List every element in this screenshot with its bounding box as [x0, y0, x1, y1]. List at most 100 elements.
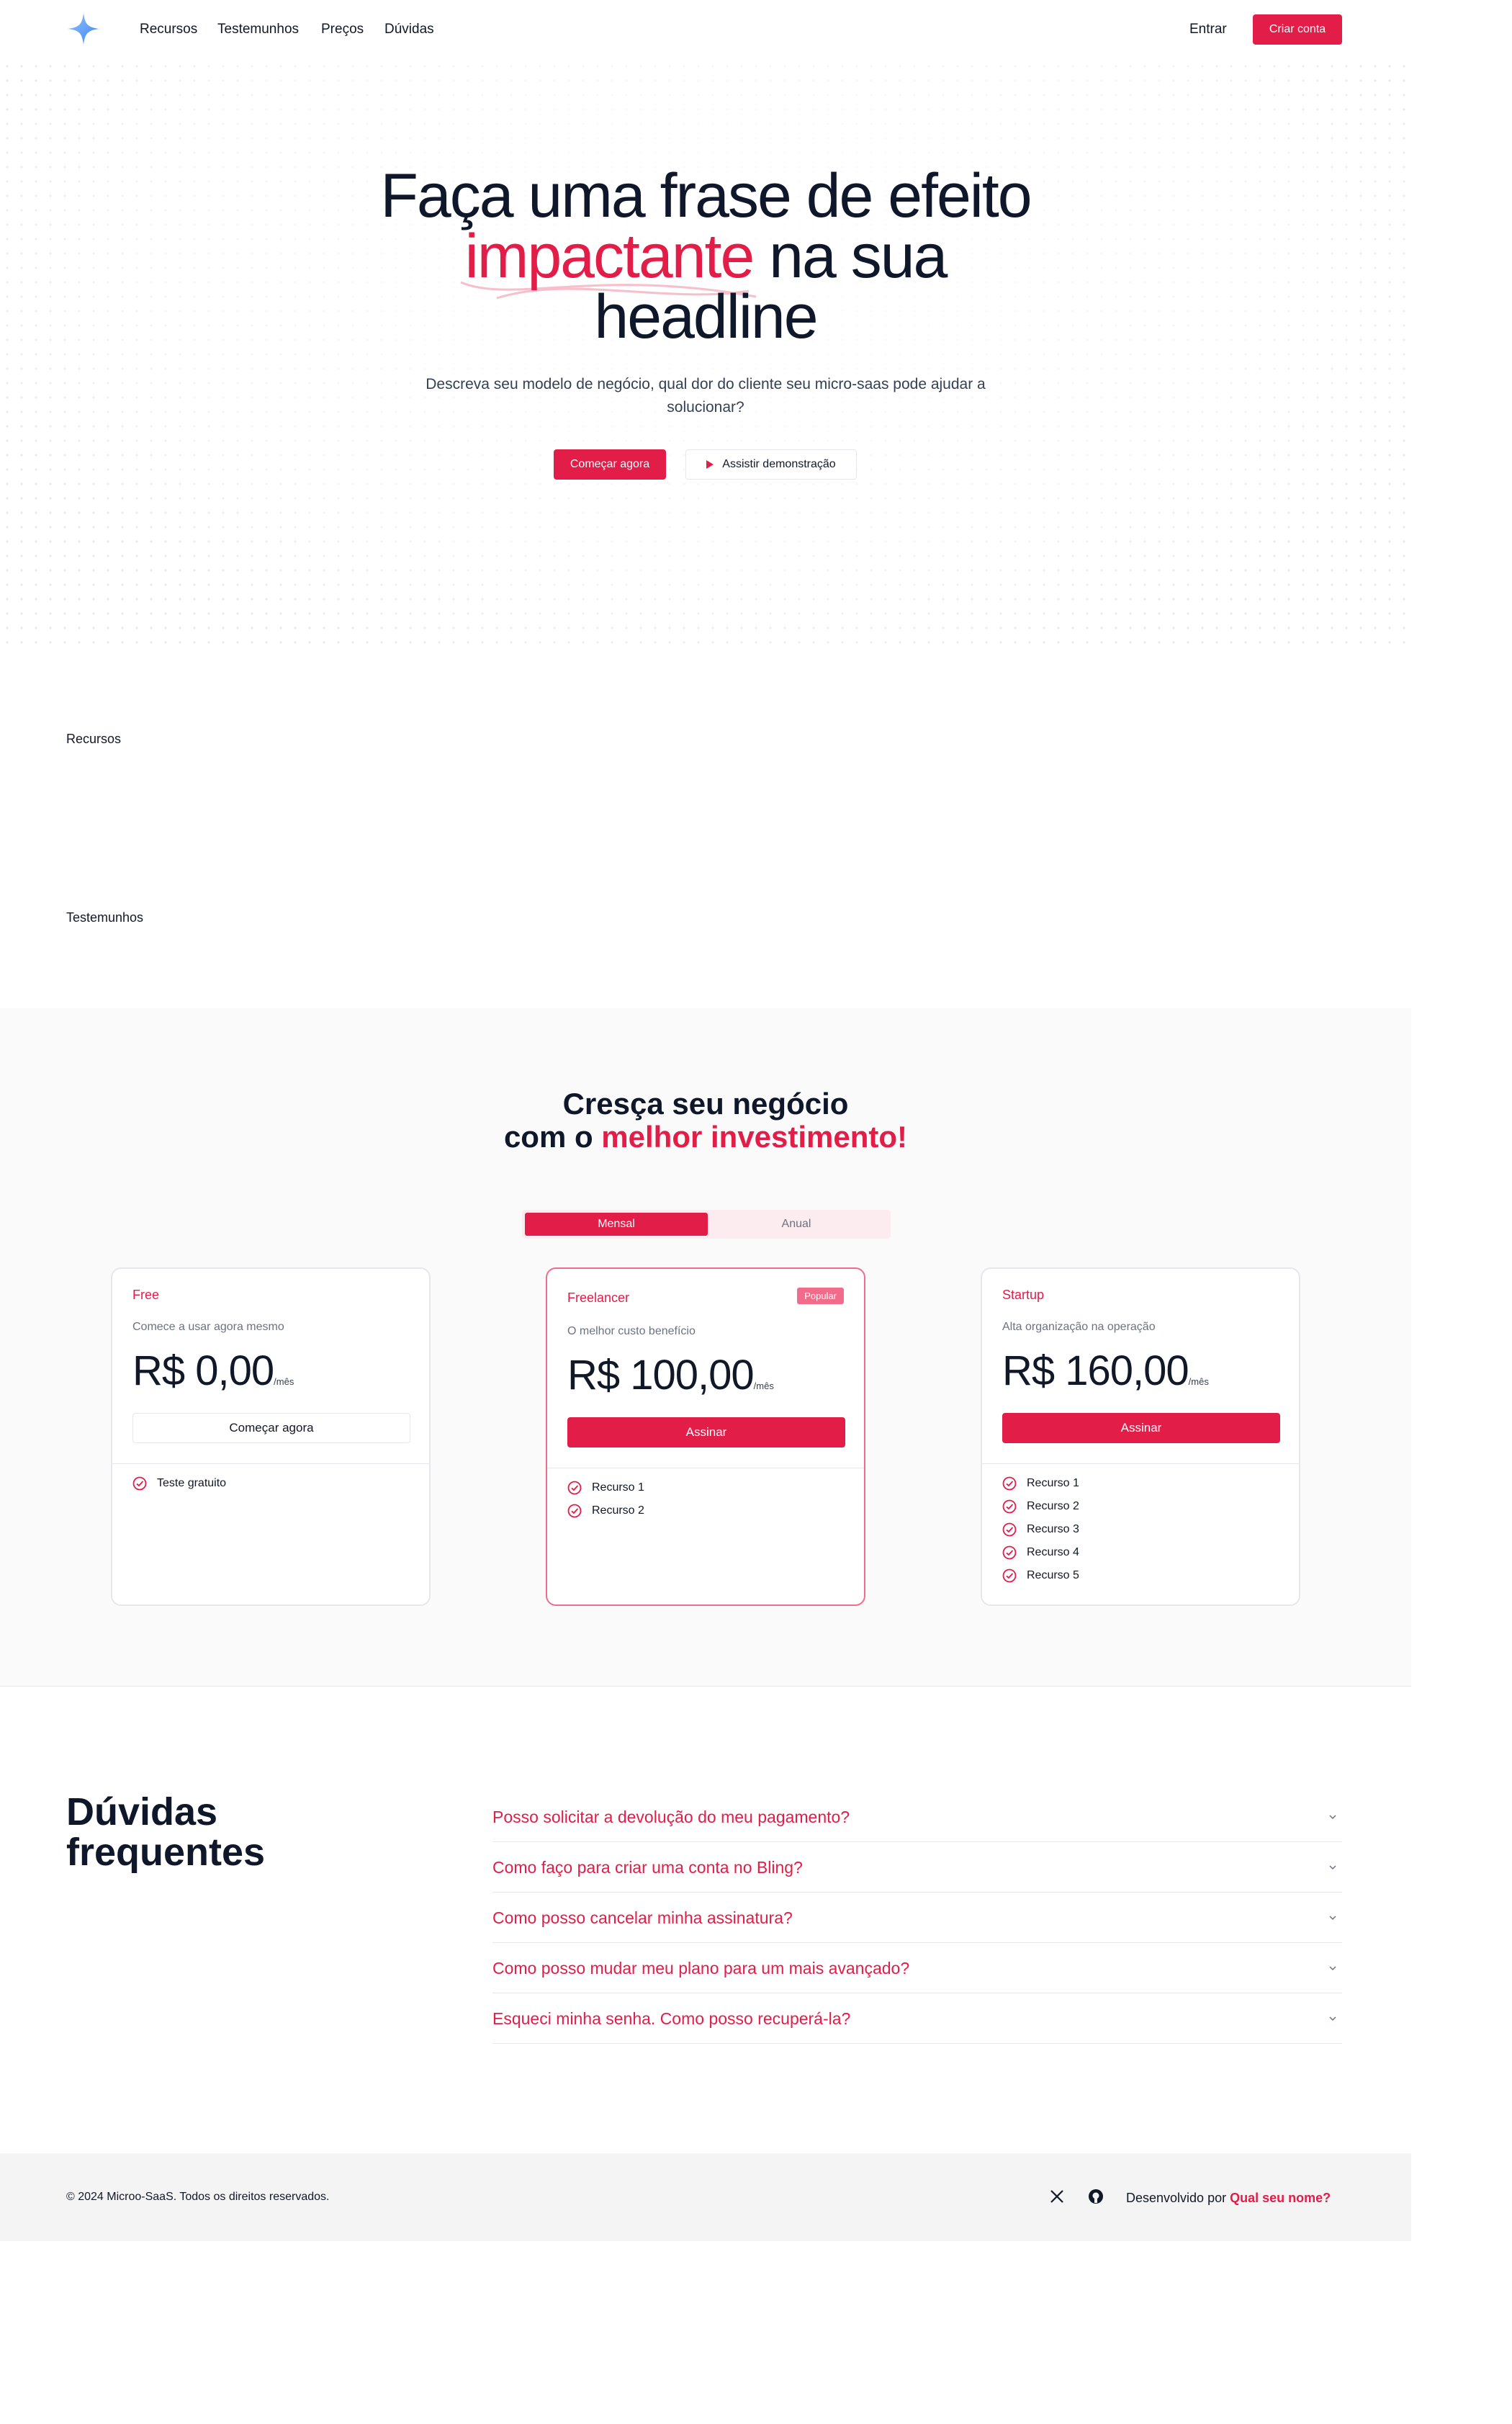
faq-item[interactable]: Posso solicitar a devolução do meu pagam… [492, 1792, 1342, 1842]
play-icon [706, 460, 714, 469]
faq-question: Como posso cancelar minha assinatura? [492, 1908, 793, 1927]
plan-feature-label: Recurso 5 [1027, 1569, 1079, 1581]
pricing-title-line1: Cresça seu negócio [562, 1087, 849, 1121]
sparkle-star-icon[interactable] [66, 12, 101, 46]
plan-feature: Recurso 5 [1002, 1568, 1079, 1583]
check-circle-icon [567, 1504, 582, 1518]
github-icon[interactable] [1087, 2188, 1104, 2205]
faq-item[interactable]: Como posso mudar meu plano para um mais … [492, 1943, 1342, 1993]
plan-subscribe-button[interactable]: Assinar [567, 1417, 845, 1447]
plan-feature: Teste gratuito [132, 1476, 226, 1491]
faq-title-line2: frequentes [66, 1831, 266, 1874]
plan-price-value: R$ 0,00 [132, 1347, 274, 1394]
hero-section: Faça uma frase de efeito impactante na s… [0, 59, 1411, 650]
plan-name: Free [132, 1288, 160, 1302]
plan-feature-label: Recurso 3 [1027, 1523, 1079, 1535]
plan-description: Comece a usar agora mesmo [132, 1321, 284, 1333]
plan-card-startup: Startup Alta organização na operação R$ … [981, 1267, 1300, 1606]
plan-feature-label: Recurso 1 [1027, 1477, 1079, 1489]
hero-headline-line1: Faça uma frase de efeito [380, 161, 1032, 230]
plan-description: O melhor custo benefício [567, 1325, 696, 1337]
plan-feature-label: Teste gratuito [157, 1477, 227, 1489]
plan-feature-label: Recurso 2 [592, 1504, 644, 1517]
faq-question: Esqueci minha senha. Como posso recuperá… [492, 2009, 851, 2028]
hero-headline: Faça uma frase de efeito impactante na s… [310, 165, 1102, 348]
pricing-title-accent: melhor investimento! [601, 1120, 908, 1154]
hero-headline-line2: na sua [753, 222, 948, 291]
chevron-down-icon [1329, 2016, 1336, 2021]
footer-copyright: © 2024 Microo-SaaS. Todos os direitos re… [66, 2191, 330, 2203]
footer: © 2024 Microo-SaaS. Todos os direitos re… [0, 2153, 1411, 2241]
toggle-yearly[interactable]: Anual [705, 1213, 888, 1236]
toggle-monthly[interactable]: Mensal [525, 1213, 708, 1236]
signup-button[interactable]: Criar conta [1253, 14, 1342, 45]
plan-feature: Recurso 2 [567, 1504, 644, 1518]
check-circle-icon [132, 1476, 147, 1491]
card-divider [112, 1463, 429, 1464]
faq-question: Como faço para criar uma conta no Bling? [492, 1858, 803, 1877]
popular-badge: Popular [797, 1288, 844, 1304]
faq-item[interactable]: Esqueci minha senha. Como posso recuperá… [492, 1993, 1342, 2044]
plan-name: Freelancer [567, 1290, 630, 1305]
nav-link-duvidas[interactable]: Dúvidas [384, 22, 434, 37]
faq-item[interactable]: Como posso cancelar minha assinatura? [492, 1893, 1342, 1943]
hero-background-fade [0, 59, 1411, 650]
chevron-down-icon [1329, 1815, 1336, 1820]
check-circle-icon [1002, 1545, 1017, 1560]
footer-developed-by: Desenvolvido por Qual seu nome? [1126, 2191, 1331, 2206]
watch-demo-label: Assistir demonstração [722, 458, 836, 470]
chevron-down-icon [1329, 1916, 1336, 1921]
chevron-down-icon [1329, 1966, 1336, 1971]
pricing-title: Cresça seu negócio com o melhor investim… [346, 1087, 1066, 1154]
check-circle-icon [1002, 1568, 1017, 1583]
plan-period: /mês [274, 1376, 294, 1387]
start-now-button[interactable]: Começar agora [554, 449, 666, 480]
developer-link[interactable]: Qual seu nome? [1230, 2191, 1331, 2205]
plan-subscribe-button[interactable]: Assinar [1002, 1413, 1280, 1443]
nav-link-recursos[interactable]: Recursos [140, 22, 197, 37]
hero-headline-accent: impactante [464, 222, 755, 291]
faq-question: Posso solicitar a devolução do meu pagam… [492, 1808, 850, 1826]
faq-item[interactable]: Como faço para criar uma conta no Bling? [492, 1842, 1342, 1893]
features-section-label: Recursos [66, 732, 122, 746]
plan-name: Startup [1002, 1288, 1045, 1302]
login-link[interactable]: Entrar [1189, 22, 1227, 37]
hero-subtitle: Descreva seu modelo de negócio, qual dor… [426, 376, 986, 416]
faq-title: Dúvidas frequentes [66, 1792, 265, 1872]
plan-price-value: R$ 100,00 [567, 1352, 755, 1399]
faq-question: Como posso mudar meu plano para um mais … [492, 1959, 910, 1978]
hero-headline-line3: headline [594, 282, 818, 351]
plan-feature: Recurso 2 [1002, 1499, 1079, 1514]
plan-description: Alta organização na operação [1002, 1321, 1156, 1333]
plan-start-button[interactable]: Começar agora [132, 1413, 410, 1443]
plan-price: R$ 160,00/mês [1002, 1347, 1209, 1395]
plan-period: /mês [753, 1381, 774, 1391]
pricing-title-line2-prefix: com o [503, 1120, 602, 1154]
check-circle-icon [567, 1481, 582, 1495]
plan-price: R$ 100,00/mês [567, 1351, 774, 1399]
check-circle-icon [1002, 1476, 1017, 1491]
plan-feature: Recurso 1 [1002, 1476, 1079, 1491]
check-circle-icon [1002, 1522, 1017, 1537]
chevron-down-icon [1329, 1865, 1336, 1870]
plan-period: /mês [1188, 1376, 1209, 1387]
plan-price-value: R$ 160,00 [1002, 1347, 1189, 1394]
billing-period-toggle: Mensal Anual [522, 1210, 891, 1239]
plan-feature-label: Recurso 4 [1027, 1546, 1079, 1558]
nav-link-precos[interactable]: Preços [321, 22, 364, 37]
card-divider [982, 1463, 1299, 1464]
plan-price: R$ 0,00/mês [132, 1347, 294, 1395]
x-icon[interactable] [1048, 2188, 1066, 2205]
plan-feature: Recurso 4 [1002, 1545, 1079, 1560]
plan-card-free: Free Comece a usar agora mesmo R$ 0,00/m… [111, 1267, 431, 1606]
watch-demo-button[interactable]: Assistir demonstração [685, 449, 857, 480]
plan-feature-label: Recurso 1 [592, 1481, 644, 1494]
plan-feature: Recurso 1 [567, 1481, 644, 1495]
developed-by-label: Desenvolvido por [1126, 2191, 1230, 2205]
nav-link-testemunhos[interactable]: Testemunhos [217, 22, 299, 37]
plan-feature: Recurso 3 [1002, 1522, 1079, 1537]
pricing-section: Cresça seu negócio com o melhor investim… [0, 1008, 1411, 1687]
faq-title-line1: Dúvidas [66, 1790, 218, 1833]
top-navbar: Recursos Testemunhos Preços Dúvidas Entr… [0, 0, 1411, 59]
plan-card-freelancer: Freelancer Popular O melhor custo benefí… [546, 1267, 865, 1606]
